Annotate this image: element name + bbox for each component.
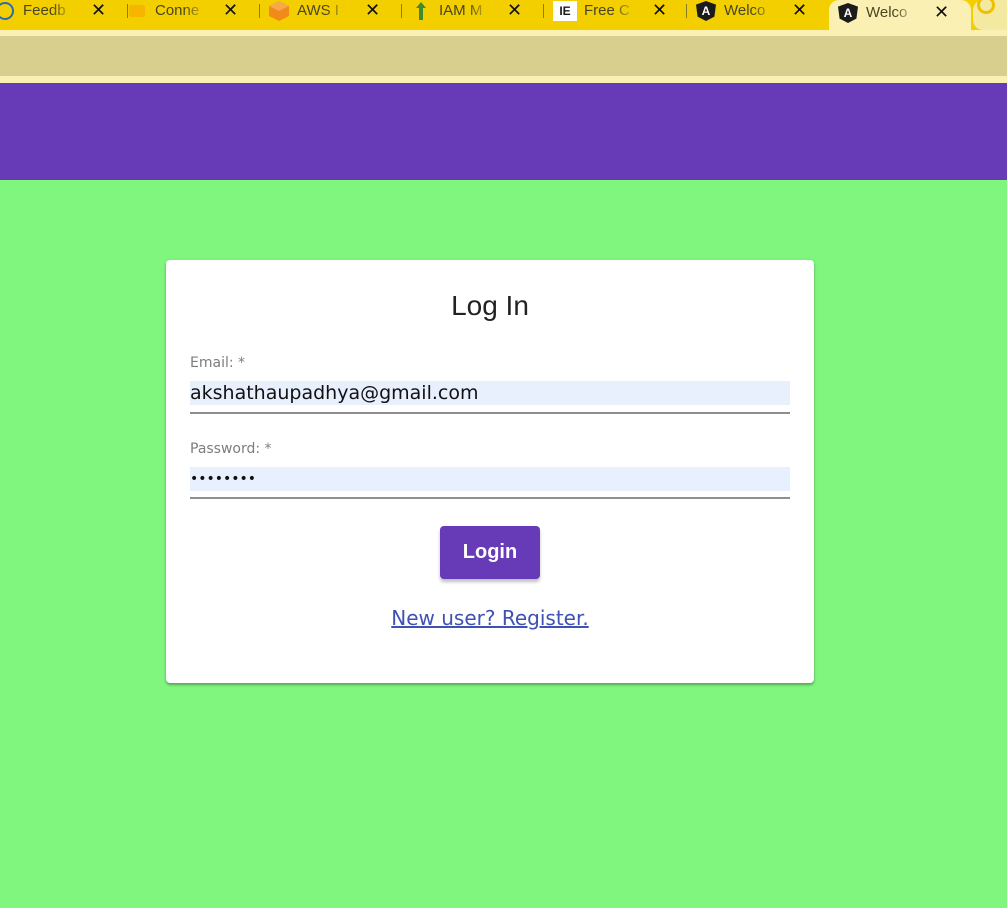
ie-icon: IE bbox=[553, 1, 577, 21]
login-card: Log In Email: * Password: * Login New us… bbox=[166, 260, 814, 683]
tab-title: Free C bbox=[584, 1, 630, 19]
browser-tab-6[interactable]: A Welco ✕ bbox=[687, 0, 829, 30]
tab-title: Conne bbox=[155, 1, 200, 19]
tab-separator bbox=[543, 4, 544, 18]
aws-cube-icon bbox=[268, 0, 290, 22]
feedback-icon bbox=[0, 0, 16, 22]
close-icon[interactable]: ✕ bbox=[223, 0, 238, 21]
close-icon[interactable]: ✕ bbox=[91, 0, 106, 21]
register-link[interactable]: New user? Register. bbox=[166, 606, 814, 630]
tab-title: Welco bbox=[866, 3, 908, 21]
chrome-icon bbox=[977, 0, 995, 14]
browser-tab-3[interactable]: AWS I ✕ bbox=[260, 0, 402, 30]
tab-title: IAM M bbox=[439, 1, 483, 19]
browser-tab-1[interactable]: Feedb ✕ bbox=[0, 0, 128, 30]
folder-icon bbox=[126, 0, 148, 22]
email-underline bbox=[190, 412, 790, 414]
app-header bbox=[0, 83, 1007, 180]
close-icon[interactable]: ✕ bbox=[934, 2, 949, 23]
ie-icon-text: IE bbox=[559, 4, 571, 18]
browser-tab-strip: Feedb ✕ Conne ✕ AWS I ✕ IAM M ✕ IE Free … bbox=[0, 0, 1007, 30]
angular-badge: A bbox=[696, 1, 716, 21]
email-label: Email: * bbox=[190, 355, 246, 371]
login-button[interactable]: Login bbox=[440, 526, 540, 579]
tab-title: AWS I bbox=[297, 1, 339, 19]
password-label: Password: * bbox=[190, 441, 272, 457]
address-bar[interactable] bbox=[0, 36, 1007, 76]
close-icon[interactable]: ✕ bbox=[792, 0, 807, 21]
email-field[interactable] bbox=[190, 381, 790, 405]
angular-badge: A bbox=[838, 3, 858, 23]
page-title: Log In bbox=[451, 290, 529, 321]
browser-tab-2[interactable]: Conne ✕ bbox=[118, 0, 260, 30]
close-icon[interactable]: ✕ bbox=[652, 0, 667, 21]
browser-tab-5[interactable]: IE Free C ✕ bbox=[545, 0, 687, 30]
tab-title: Welco bbox=[724, 1, 766, 19]
close-icon[interactable]: ✕ bbox=[507, 0, 522, 21]
angular-icon: A bbox=[837, 2, 859, 24]
close-icon[interactable]: ✕ bbox=[365, 0, 380, 21]
password-underline bbox=[190, 497, 790, 499]
browser-tab-active[interactable]: A Welco ✕ bbox=[829, 0, 971, 30]
tab-title: Feedb bbox=[23, 1, 66, 19]
browser-tab-partial[interactable] bbox=[973, 0, 1007, 30]
angular-icon: A bbox=[695, 0, 717, 22]
toolbar-bottom-band bbox=[0, 76, 1007, 83]
iam-icon bbox=[410, 0, 432, 22]
password-field[interactable] bbox=[190, 467, 790, 491]
browser-tab-4[interactable]: IAM M ✕ bbox=[402, 0, 544, 30]
